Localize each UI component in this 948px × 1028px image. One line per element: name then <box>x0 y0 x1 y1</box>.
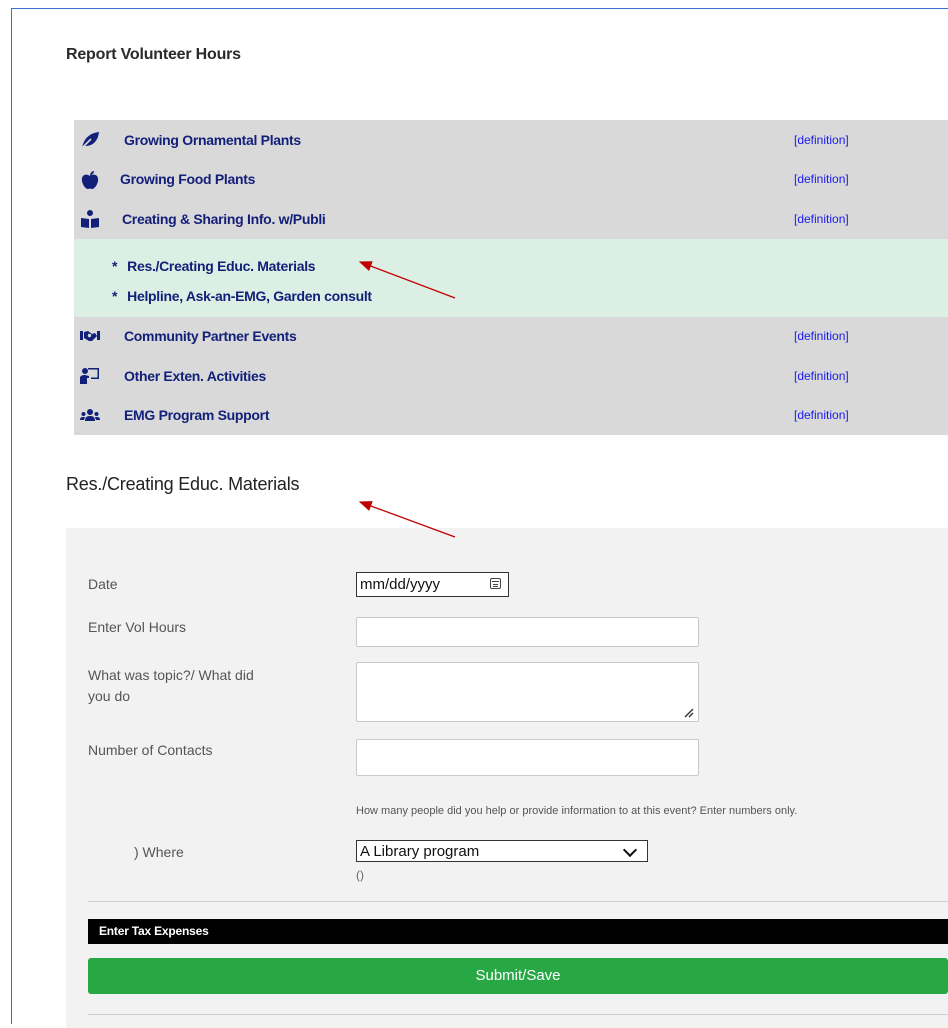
definition-link[interactable]: [definition] <box>794 172 849 186</box>
category-label: Growing Food Plants <box>120 171 256 188</box>
date-input[interactable]: mm/dd/yyyy <box>356 572 509 597</box>
reader-icon <box>81 210 99 228</box>
subcategory-label: Res./Creating Educ. Materials <box>127 257 316 274</box>
category-row-food[interactable]: Growing Food Plants [definition] <box>74 160 948 200</box>
hours-form: Date mm/dd/yyyy Enter Vol Hours What was… <box>66 528 948 1028</box>
users-icon <box>80 408 100 421</box>
leaf-icon <box>80 132 99 150</box>
category-row-other[interactable]: Other Exten. Activities [definition] <box>74 356 948 396</box>
hours-label: Enter Vol Hours <box>88 619 187 635</box>
subcategory-item-educ-materials[interactable]: * Res./Creating Educ. Materials <box>112 257 316 274</box>
contacts-label: Number of Contacts <box>88 742 213 758</box>
topic-label-line1: What was topic?/ What did <box>88 667 254 683</box>
calendar-icon[interactable] <box>490 578 501 589</box>
topic-textarea[interactable] <box>356 662 699 722</box>
where-select[interactable]: A Library program <box>356 840 648 862</box>
subcategory-item-helpline[interactable]: * Helpline, Ask-an-EMG, Garden consult <box>112 288 372 304</box>
definition-link[interactable]: [definition] <box>794 408 849 422</box>
topic-label-line2: you do <box>88 688 131 704</box>
contacts-input[interactable] <box>356 739 699 776</box>
submit-save-button[interactable]: Submit/Save <box>88 958 948 994</box>
bullet: * <box>112 287 118 304</box>
definition-link[interactable]: [definition] <box>794 369 849 383</box>
divider <box>88 901 948 902</box>
definition-link[interactable]: [definition] <box>794 329 849 343</box>
hours-input[interactable] <box>356 617 699 647</box>
handshake-icon <box>80 330 100 341</box>
page-title: Report Volunteer Hours <box>66 46 241 63</box>
subcategory-list: * Res./Creating Educ. Materials * Helpline… <box>74 238 948 317</box>
tax-expenses-bar[interactable]: Enter Tax Expenses <box>88 919 948 944</box>
resize-handle-icon[interactable] <box>684 708 694 718</box>
definition-link[interactable]: [definition] <box>794 133 849 147</box>
teacher-icon <box>80 368 99 384</box>
category-row-community[interactable]: Community Partner Events [definition] <box>74 317 948 357</box>
where-label: ) Where <box>134 844 184 860</box>
category-row-info[interactable]: Creating & Sharing Info. w/Publi [defini… <box>74 199 948 239</box>
category-label: Growing Ornamental Plants <box>124 131 301 148</box>
category-row-program-support[interactable]: EMG Program Support [definition] <box>74 396 948 436</box>
where-note: () <box>356 868 364 882</box>
category-label: EMG Program Support <box>124 407 270 424</box>
category-label: Community Partner Events <box>124 328 297 345</box>
category-label: Other Exten. Activities <box>124 367 266 384</box>
subcategory-label: Helpline, Ask-an-EMG, Garden consult <box>127 287 372 304</box>
where-selected-value: A Library program <box>360 843 480 860</box>
category-label: Creating & Sharing Info. w/Publi <box>122 210 326 227</box>
apple-icon <box>81 170 99 189</box>
definition-link[interactable]: [definition] <box>794 212 849 226</box>
date-label: Date <box>88 576 118 592</box>
chevron-down-icon <box>622 842 638 858</box>
bullet: * <box>112 257 118 274</box>
section-title: Res./Creating Educ. Materials <box>66 474 300 494</box>
category-row-ornamental[interactable]: Growing Ornamental Plants [definition] <box>74 120 948 160</box>
date-value: mm/dd/yyyy <box>360 576 441 593</box>
contacts-help-text: How many people did you help or provide … <box>356 805 798 817</box>
divider <box>88 1014 948 1015</box>
category-list: Growing Ornamental Plants [definition] G… <box>74 120 948 435</box>
